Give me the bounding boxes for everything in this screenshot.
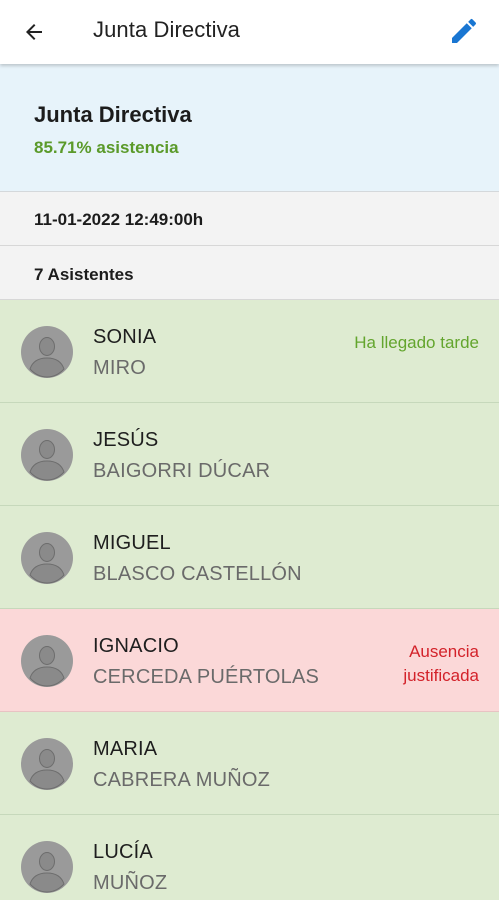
avatar bbox=[21, 429, 73, 481]
avatar bbox=[21, 635, 73, 687]
attendee-row[interactable]: IGNACIO CERCEDA PUÉRTOLAS Ausencia justi… bbox=[0, 609, 499, 712]
attendees-count: 7 Asistentes bbox=[34, 265, 134, 284]
meeting-datetime: 11-01-2022 12:49:00h bbox=[34, 210, 204, 229]
attendee-last-name: MIRO bbox=[93, 357, 147, 379]
attendee-first-name: MIGUEL bbox=[93, 532, 171, 554]
person-avatar-icon bbox=[21, 532, 73, 584]
person-avatar-icon bbox=[21, 738, 73, 790]
pencil-edit-icon bbox=[452, 18, 477, 43]
attendee-last-name: CABRERA MUÑOZ bbox=[93, 769, 271, 791]
attendee-last-name: BAIGORRI DÚCAR bbox=[93, 460, 271, 482]
attendee-row[interactable]: MIGUEL BLASCO CASTELLÓN bbox=[0, 506, 499, 609]
attendee-row[interactable]: MARIA CABRERA MUÑOZ bbox=[0, 712, 499, 815]
person-avatar-icon bbox=[21, 635, 73, 687]
attendee-row[interactable]: JESÚS BAIGORRI DÚCAR bbox=[0, 403, 499, 506]
avatar bbox=[21, 532, 73, 584]
attendee-last-name: CERCEDA PUÉRTOLAS bbox=[93, 666, 320, 688]
app-bar-title: Junta Directiva bbox=[93, 17, 241, 42]
edit-button[interactable] bbox=[443, 10, 485, 52]
meeting-datetime-bar: 11-01-2022 12:49:00h bbox=[0, 192, 499, 246]
attendee-last-name: BLASCO CASTELLÓN bbox=[93, 563, 302, 585]
meeting-title: Junta Directiva bbox=[34, 102, 192, 127]
attendee-first-name: JESÚS bbox=[93, 429, 159, 451]
attendee-row[interactable]: LUCÍA MUÑOZ bbox=[0, 815, 499, 900]
arrow-back-icon bbox=[26, 24, 42, 40]
attendee-status: Ha llegado tarde bbox=[354, 333, 479, 352]
app-bar: Junta Directiva bbox=[0, 0, 499, 64]
avatar bbox=[21, 738, 73, 790]
attendee-last-name: MUÑOZ bbox=[93, 872, 168, 894]
back-button[interactable] bbox=[14, 12, 54, 52]
person-avatar-icon bbox=[21, 429, 73, 481]
avatar bbox=[21, 326, 73, 378]
person-avatar-icon bbox=[21, 841, 73, 893]
attendee-first-name: IGNACIO bbox=[93, 635, 179, 657]
attendance-percentage: 85.71% asistencia bbox=[34, 138, 179, 157]
attendees-count-bar: 7 Asistentes bbox=[0, 246, 499, 300]
meeting-summary: Junta Directiva 85.71% asistencia bbox=[0, 64, 499, 192]
avatar bbox=[21, 841, 73, 893]
attendee-first-name: MARIA bbox=[93, 738, 158, 760]
person-avatar-icon bbox=[21, 326, 73, 378]
attendee-first-name: LUCÍA bbox=[93, 841, 153, 863]
attendee-status: Ausencia justificada bbox=[403, 642, 479, 685]
attendees-list: SONIA MIRO Ha llegado tarde JESÚS BAIGOR… bbox=[0, 300, 499, 900]
attendee-row[interactable]: SONIA MIRO Ha llegado tarde bbox=[0, 300, 499, 403]
attendee-first-name: SONIA bbox=[93, 326, 157, 348]
